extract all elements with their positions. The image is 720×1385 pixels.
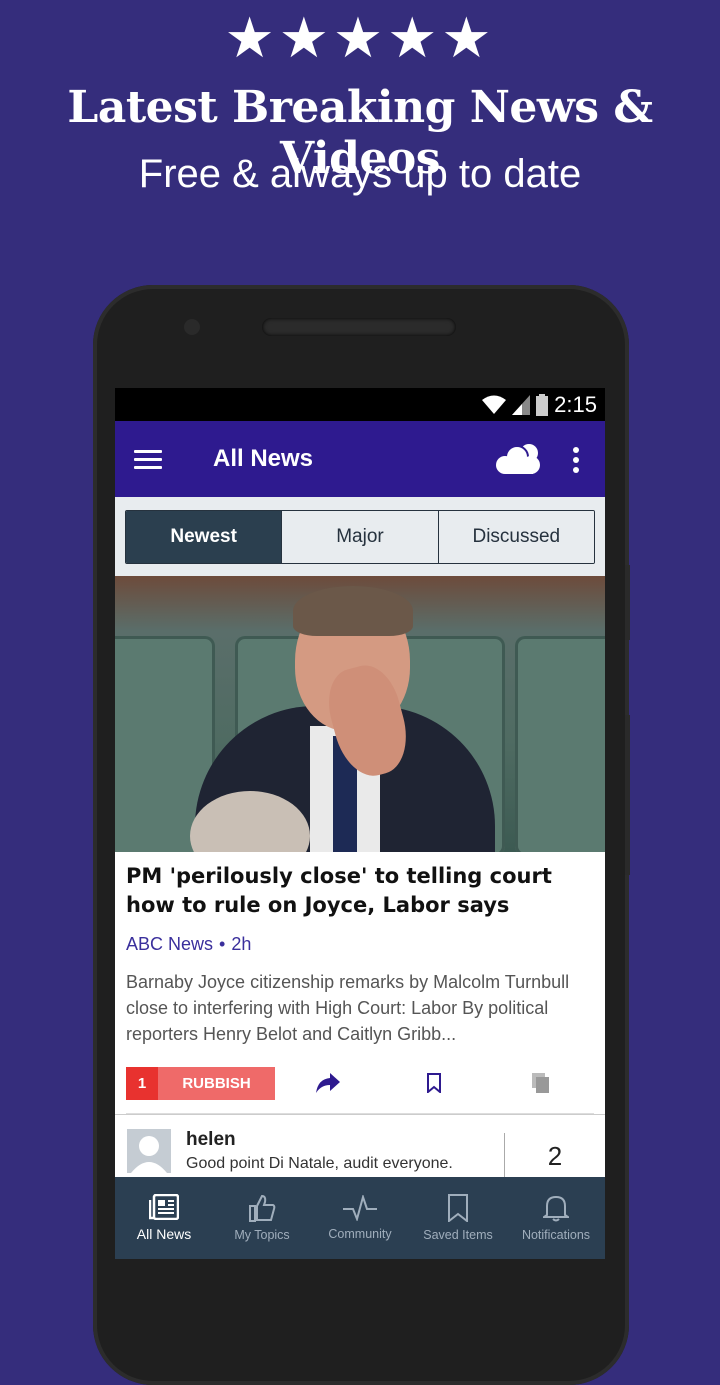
segment-newest[interactable]: Newest <box>126 510 282 563</box>
bottom-navigation: All News My Topics Community Saved Items… <box>115 1177 605 1259</box>
bookmark-button[interactable] <box>381 1073 487 1093</box>
nav-my-topics[interactable]: My Topics <box>213 1177 311 1259</box>
nav-all-news[interactable]: All News <box>115 1177 213 1259</box>
article-headline[interactable]: PM 'perilously close' to telling court h… <box>126 862 594 920</box>
segment-major[interactable]: Major <box>281 510 438 563</box>
bell-icon <box>543 1195 569 1222</box>
copy-button[interactable] <box>488 1073 594 1093</box>
promo-subheadline: Free & always up to date <box>138 152 582 196</box>
article-card[interactable]: PM 'perilously close' to telling court h… <box>115 852 605 1114</box>
status-bar: 2:15 <box>115 388 605 421</box>
article-age: 2h <box>231 934 252 954</box>
meta-separator: • <box>219 934 226 954</box>
signal-icon <box>512 394 531 415</box>
status-time: 2:15 <box>554 391 597 417</box>
segment-discussed[interactable]: Discussed <box>437 510 594 563</box>
rubbish-count: 1 <box>126 1066 158 1100</box>
rubbish-button[interactable]: 1 RUBBISH <box>126 1066 275 1100</box>
nav-notifications[interactable]: Notifications <box>507 1177 605 1259</box>
wifi-icon <box>482 395 507 414</box>
bookmark-icon <box>427 1073 442 1093</box>
avatar <box>127 1129 171 1173</box>
phone-screen: 2:15 All News Newest Major Discussed PM … <box>115 388 605 1280</box>
battery-icon <box>536 393 549 416</box>
article-image[interactable] <box>115 576 605 852</box>
power-button <box>625 715 630 875</box>
phone-camera <box>184 319 200 335</box>
phone-bezel-bottom <box>115 1259 605 1280</box>
nav-label: Notifications <box>521 1228 591 1242</box>
app-bar: All News <box>115 421 605 497</box>
share-button[interactable] <box>275 1073 381 1093</box>
nav-label: My Topics <box>234 1228 290 1242</box>
comment-count[interactable]: 2 <box>504 1133 605 1179</box>
phone-speaker <box>262 318 456 336</box>
article-meta: ABC News • 2h <box>126 934 594 955</box>
newspaper-icon <box>149 1194 179 1220</box>
rubbish-label: RUBBISH <box>158 1066 275 1100</box>
volume-button <box>625 565 630 640</box>
weather-cloud-icon[interactable] <box>495 443 541 475</box>
app-bar-title: All News <box>213 445 314 472</box>
nav-community[interactable]: Community <box>311 1177 409 1259</box>
share-icon <box>316 1073 341 1093</box>
nav-label: Saved Items <box>423 1228 493 1242</box>
more-vert-icon[interactable] <box>573 447 579 477</box>
article-summary: Barnaby Joyce citizenship remarks by Mal… <box>126 972 570 1044</box>
comment-user: helen <box>186 1129 236 1150</box>
nav-label: Community <box>328 1227 392 1241</box>
sort-segment-bar: Newest Major Discussed <box>115 497 605 576</box>
pulse-icon <box>343 1195 377 1221</box>
thumbs-up-icon <box>249 1194 276 1222</box>
promo-stars: ★★★★★ <box>224 6 496 69</box>
nav-saved-items[interactable]: Saved Items <box>409 1177 507 1259</box>
nav-label: All News <box>136 1226 192 1242</box>
article-actions: 1 RUBBISH <box>126 1053 594 1114</box>
comment-text: Good point Di Natale, audit everyone. <box>186 1155 453 1172</box>
bookmark-icon <box>448 1194 468 1222</box>
article-source[interactable]: ABC News <box>126 934 213 954</box>
menu-icon[interactable] <box>134 445 162 474</box>
copy-icon <box>531 1073 549 1093</box>
